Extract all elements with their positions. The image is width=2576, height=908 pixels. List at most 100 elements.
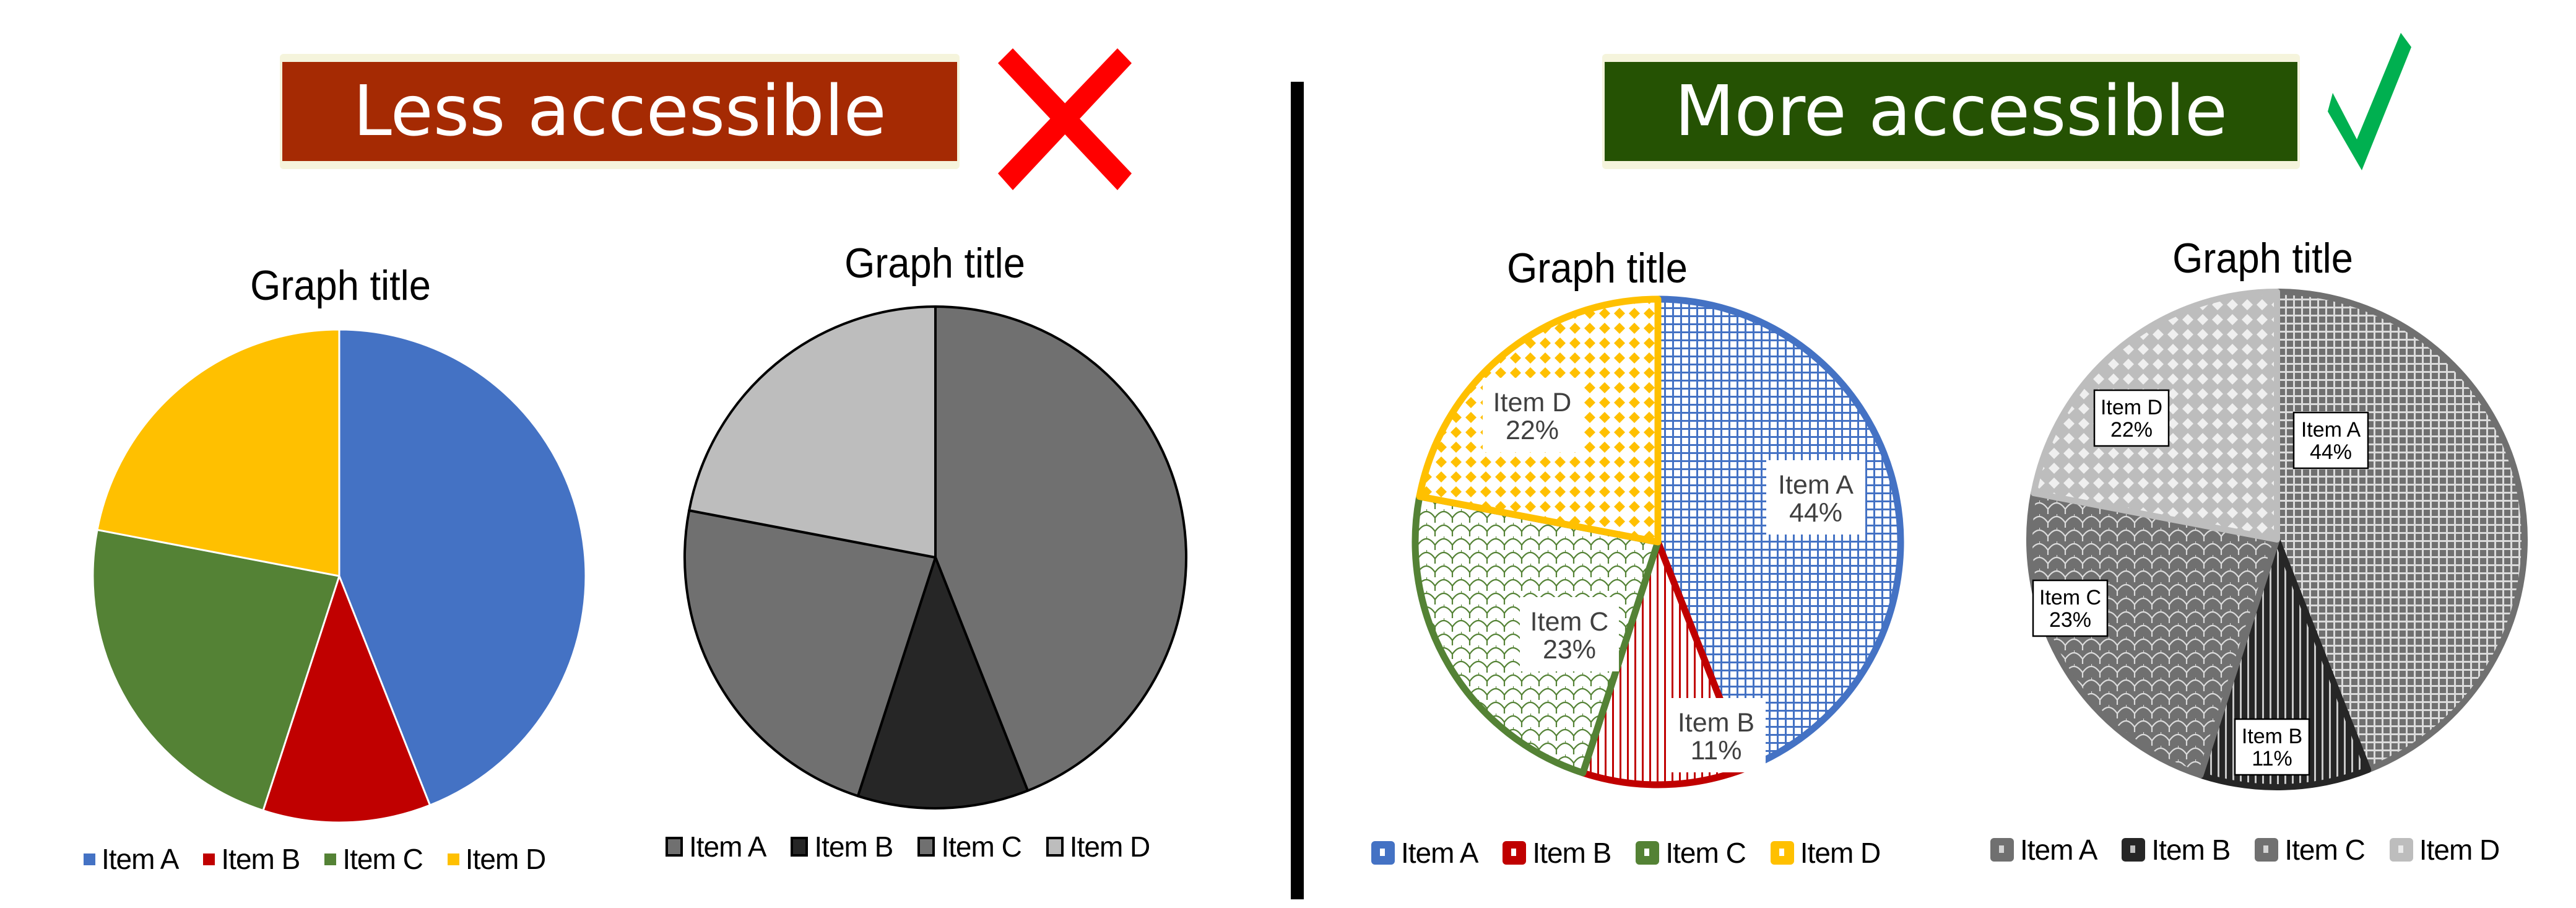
legend-pattern-glyph: [2130, 845, 2136, 853]
data-label-percent: 11%: [2252, 747, 2292, 770]
data-label-category: Item A: [2301, 418, 2361, 442]
chart-legend: Item A Item B Item C Item D: [666, 830, 1174, 863]
data-label-category: Item A: [1778, 470, 1854, 500]
legend-label: Item A: [2020, 834, 2097, 866]
chart-legend: Item A Item B Item C Item D: [1990, 833, 2524, 867]
legend-label: Item C: [941, 831, 1021, 863]
legend-swatch-icon: [2122, 838, 2146, 862]
less-accessible-banner-fill: Less accessible: [282, 62, 957, 161]
legend-label: Item B: [2151, 834, 2231, 866]
legend-item: Item C: [2255, 833, 2366, 867]
data-label-percent: 44%: [1789, 498, 1842, 528]
data-label: Item B11%: [2234, 718, 2310, 776]
legend-swatch-icon: [447, 853, 459, 865]
checkmark-icon: [2328, 33, 2411, 170]
legend-pattern-glyph: [1511, 849, 1517, 856]
data-label-percent: 23%: [2049, 608, 2091, 632]
legend-swatch-icon: [666, 837, 683, 857]
data-label: Item B11%: [1667, 698, 1766, 772]
legend-pattern-glyph: [1644, 849, 1650, 856]
data-label-category: Item D: [2101, 396, 2162, 419]
data-label: Item D22%: [2093, 389, 2170, 447]
legend-item: Item B: [2122, 833, 2231, 867]
data-label: Item C23%: [2032, 579, 2109, 637]
chart-legend: Item A Item B Item C Item D: [84, 842, 570, 876]
pie-chart-grayscale: [683, 305, 1187, 810]
legend-item: Item D: [447, 842, 546, 876]
less-accessible-banner: Less accessible: [280, 54, 960, 169]
chart-legend: Item A Item B Item C Item D: [1371, 836, 1905, 870]
legend-pattern-glyph: [1380, 849, 1385, 856]
data-label-percent: 22%: [2110, 418, 2153, 442]
chart-title: Graph title: [2172, 235, 2353, 282]
legend-label: Item B: [221, 843, 300, 875]
legend-pattern-glyph: [1999, 845, 2004, 853]
legend-label: Item D: [2419, 834, 2500, 866]
legend-swatch-icon: [2255, 838, 2279, 862]
legend-swatch-icon: [1770, 841, 1794, 865]
legend-label: Item C: [342, 843, 423, 875]
legend-pattern-glyph: [1779, 849, 1784, 856]
legend-label: Item D: [1069, 831, 1150, 863]
pie-chart-pattern-grayscale: Item A44% Item B11% Item C23% Item D22%: [2026, 289, 2528, 790]
data-label: Item A44%: [1766, 460, 1865, 535]
legend-label: Item C: [2284, 834, 2365, 866]
legend-label: Item A: [1401, 837, 1478, 869]
data-label-category: Item B: [1678, 708, 1754, 738]
data-label-category: Item B: [2242, 725, 2302, 748]
legend-label: Item A: [689, 831, 766, 863]
legend-label: Item B: [814, 831, 893, 863]
chart-pattern-grayscale-pie: Graph title Item A 44% Item B 11% Item C 23% I…: [1987, 235, 2575, 892]
data-label-category: Item D: [1493, 388, 1572, 417]
data-label-percent: 22%: [1506, 416, 1559, 445]
legend-item: Item D: [1770, 836, 1881, 870]
more-accessible-banner-fill: More accessible: [1605, 62, 2297, 161]
pie-chart-color: [92, 328, 587, 824]
data-label-category: Item C: [1530, 607, 1609, 637]
legend-swatch-icon: [203, 853, 215, 865]
legend-item: Item D: [1046, 830, 1150, 863]
legend-swatch-icon: [1046, 837, 1064, 857]
legend-item: Item D: [2389, 833, 2500, 867]
data-label: Item A44%: [2292, 411, 2369, 469]
data-label-percent: 11%: [1691, 736, 1742, 766]
legend-swatch-icon: [1990, 838, 2014, 862]
legend-pattern-glyph: [2263, 845, 2269, 853]
legend-item: Item B: [203, 842, 300, 876]
data-label-category: Item C: [2039, 586, 2101, 609]
legend-swatch-icon: [1371, 841, 1395, 865]
less-accessible-label: Less accessible: [353, 71, 887, 152]
legend-swatch-icon: [84, 853, 95, 865]
legend-swatch-icon: [324, 853, 337, 865]
cross-icon: [998, 48, 1132, 190]
legend-item: Item A: [1990, 833, 2097, 867]
legend-item: Item A: [1371, 836, 1478, 870]
legend-swatch-icon: [1503, 841, 1527, 865]
legend-swatch-icon: [917, 837, 935, 857]
legend-item: Item B: [1503, 836, 1611, 870]
legend-item: Item B: [791, 830, 893, 863]
data-label-percent: 44%: [2310, 440, 2352, 464]
legend-item: Item A: [666, 830, 766, 863]
data-label: Item D22%: [1483, 378, 1582, 452]
section-divider: [1291, 82, 1304, 899]
legend-label: Item B: [1532, 837, 1611, 869]
legend-swatch-icon: [2389, 838, 2413, 862]
chart-title: Graph title: [1507, 245, 1688, 292]
chart-title: Graph title: [250, 262, 431, 309]
legend-item: Item C: [917, 830, 1022, 863]
legend-item: Item A: [84, 842, 179, 876]
legend-item: Item C: [324, 842, 423, 876]
data-label: Item C23%: [1520, 597, 1619, 671]
legend-pattern-glyph: [2398, 845, 2403, 853]
legend-swatch-icon: [791, 837, 809, 857]
chart-grayscale-pie: Graph title Item A Item B Item C Item D: [666, 235, 1201, 892]
legend-label: Item A: [102, 843, 179, 875]
checkmark-stroke: [2328, 33, 2411, 170]
pie-chart-pattern-color: Item A44% Item B11% Item C23% Item D22%: [1412, 295, 1904, 788]
legend-item: Item C: [1636, 836, 1746, 870]
data-label-percent: 23%: [1543, 635, 1596, 665]
more-accessible-banner: More accessible: [1602, 54, 2300, 169]
chart-title: Graph title: [844, 240, 1025, 287]
legend-swatch-icon: [1636, 841, 1660, 865]
